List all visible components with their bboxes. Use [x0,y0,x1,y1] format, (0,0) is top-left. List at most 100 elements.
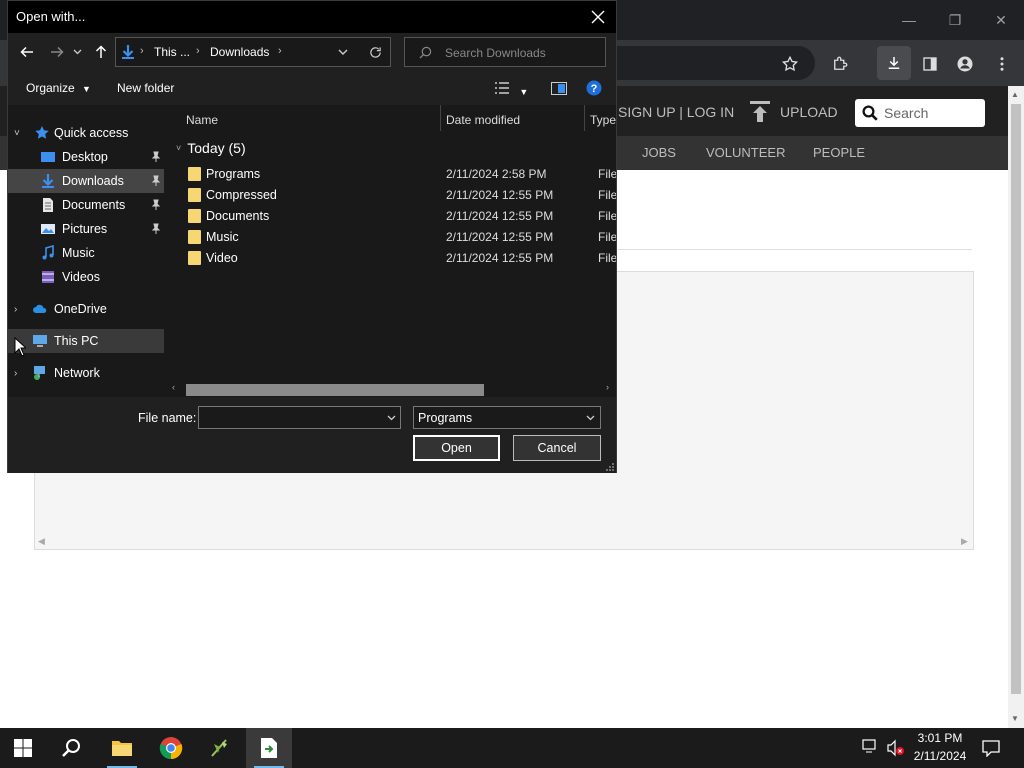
file-name: Compressed [206,188,277,202]
back-button[interactable] [16,41,38,63]
nav-downloads[interactable]: Downloads [8,169,164,193]
organize-button[interactable]: Organize ▼ [26,81,91,95]
pin-icon [151,151,161,162]
scroll-right-icon[interactable]: › [606,382,609,392]
notifications-icon[interactable] [982,739,1000,757]
nav-label: Music [62,246,95,260]
profile-icon[interactable] [951,50,979,78]
nav-people[interactable]: PEOPLE [813,145,865,160]
recent-locations-button[interactable] [70,41,84,63]
address-history-chevron-icon[interactable] [338,49,348,56]
chevron-right-icon: › [14,303,18,315]
active-app-taskbar-button[interactable] [246,728,292,768]
nav-label: Downloads [62,174,124,188]
forward-button[interactable] [46,41,68,63]
taskbar [0,728,1024,768]
extensions-icon[interactable] [826,50,854,78]
group-label: Today (5) [187,140,246,156]
breadcrumb-this-pc[interactable]: This ... [154,45,190,59]
download-folder-icon [42,174,54,188]
file-name-input[interactable] [198,406,401,429]
search-input[interactable]: Search Downloads [404,37,606,67]
file-explorer-taskbar-button[interactable] [99,728,145,768]
chrome-taskbar-button[interactable] [148,728,194,768]
nav-documents[interactable]: Documents [8,193,164,217]
nav-videos[interactable]: Videos [8,265,164,289]
star-icon [35,126,49,139]
scroll-down-icon[interactable]: ▼ [1011,714,1019,723]
up-button[interactable] [90,41,112,63]
new-folder-button[interactable]: New folder [117,81,174,95]
scroll-left-icon[interactable]: ‹ [172,382,175,392]
page-scroll-thumb[interactable] [1011,104,1021,694]
breadcrumb-downloads[interactable]: Downloads [210,45,269,59]
volume-muted-icon[interactable] [886,739,906,757]
menu-dots-icon[interactable] [988,50,1016,78]
search-taskbar-button[interactable] [48,728,94,768]
preview-pane-button[interactable] [551,82,567,98]
list-item[interactable]: Video 2/11/2024 12:55 PM File fo [186,248,616,269]
network-tray-icon[interactable] [862,739,880,755]
nav-volunteer[interactable]: VOLUNTEER [706,145,785,160]
horizontal-scrollbar[interactable]: ‹ › [166,380,616,396]
scroll-left-icon[interactable]: ◀ [38,536,45,547]
folder-icon [188,188,201,202]
side-panel-icon[interactable] [916,50,944,78]
breadcrumb-separator-icon: › [196,45,200,57]
file-name-label: File name: [138,411,197,425]
bookmark-star-icon[interactable] [776,50,804,78]
pictures-icon [41,224,55,234]
restore-icon[interactable]: ❐ [940,6,970,34]
list-item[interactable]: Programs 2/11/2024 2:58 PM File fo [186,164,616,185]
app-taskbar-button[interactable] [197,728,243,768]
group-header-today[interactable]: ˅ Today (5) [176,140,246,156]
help-button[interactable]: ? [586,80,602,99]
column-header-name[interactable]: Name [186,113,218,127]
minimize-icon[interactable]: — [894,6,924,34]
open-button[interactable]: Open [413,435,500,461]
document-arrow-icon [261,738,277,758]
column-header-date[interactable]: Date modified [446,113,520,127]
clock-date[interactable]: 2/11/2024 [905,749,975,763]
nav-network[interactable]: › Network [8,361,164,385]
clock-time[interactable]: 3:01 PM [912,731,968,745]
list-item[interactable]: Documents 2/11/2024 12:55 PM File fo [186,206,616,227]
scroll-right-icon[interactable]: ▶ [961,536,968,547]
chevron-down-icon[interactable] [387,415,396,421]
file-date: 2/11/2024 12:55 PM [446,209,554,223]
view-options-button[interactable]: ▼ [494,81,528,98]
chevron-down-icon [73,49,81,55]
organize-label: Organize [26,81,75,95]
scroll-thumb[interactable] [186,384,484,396]
nav-jobs[interactable]: JOBS [642,145,676,160]
close-icon[interactable] [586,5,610,29]
resize-grip-icon[interactable] [605,462,615,472]
nav-quick-access[interactable]: ˅ Quick access [8,121,164,145]
address-bar[interactable]: › This ... › Downloads › [115,37,391,67]
nav-desktop[interactable]: Desktop [8,145,164,169]
nav-this-pc[interactable]: › This PC [8,329,164,353]
file-type-select[interactable]: Programs [413,406,601,429]
column-separator[interactable] [584,105,585,131]
cancel-button[interactable]: Cancel [513,435,601,461]
file-type: File fo [598,167,616,181]
file-name: Music [206,230,239,244]
downloads-icon[interactable] [877,46,911,80]
file-list: Name Date modified Type ˅ Today (5) Prog… [166,105,616,397]
list-item[interactable]: Music 2/11/2024 12:55 PM File fo [186,227,616,248]
list-item[interactable]: Compressed 2/11/2024 12:55 PM File fo [186,185,616,206]
upload-link[interactable]: UPLOAD [750,101,838,123]
folder-icon [188,230,201,244]
refresh-icon[interactable] [369,46,382,59]
column-separator[interactable] [440,105,441,131]
column-header-type[interactable]: Type [590,113,616,127]
start-button[interactable] [0,728,46,768]
site-search-input[interactable]: Search [855,99,985,127]
nav-onedrive[interactable]: › OneDrive [8,297,164,321]
network-icon [34,366,45,380]
close-window-icon[interactable]: ✕ [986,6,1016,34]
scroll-up-icon[interactable]: ▲ [1011,90,1019,99]
signup-login-link[interactable]: SIGN UP | LOG IN [618,104,734,120]
nav-pictures[interactable]: Pictures [8,217,164,241]
nav-music[interactable]: Music [8,241,164,265]
